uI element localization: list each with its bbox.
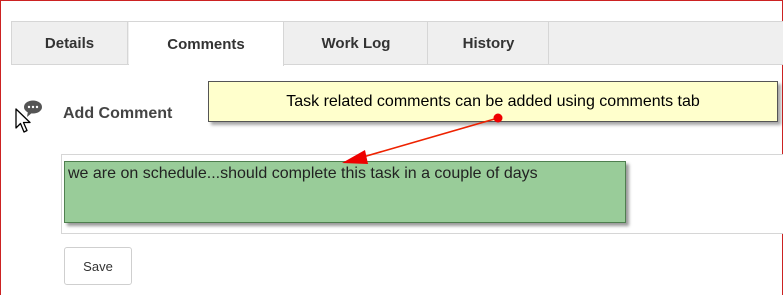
tab-work-log[interactable]: Work Log xyxy=(285,22,428,65)
tab-details[interactable]: Details xyxy=(12,22,128,65)
tab-bar: Details Comments Work Log History xyxy=(11,21,783,66)
mouse-cursor-icon xyxy=(15,108,31,133)
tab-comments[interactable]: Comments xyxy=(129,22,284,66)
comment-text[interactable]: we are on schedule...should complete thi… xyxy=(68,165,538,183)
save-button[interactable]: Save xyxy=(64,247,132,285)
add-comment-title: Add Comment xyxy=(63,105,173,122)
annotation-callout: Task related comments can be added using… xyxy=(208,81,778,122)
panel-frame: Details Comments Work Log History Add Co… xyxy=(0,0,783,295)
callout-text: Task related comments can be added using… xyxy=(286,92,700,110)
tab-history[interactable]: History xyxy=(429,22,549,65)
